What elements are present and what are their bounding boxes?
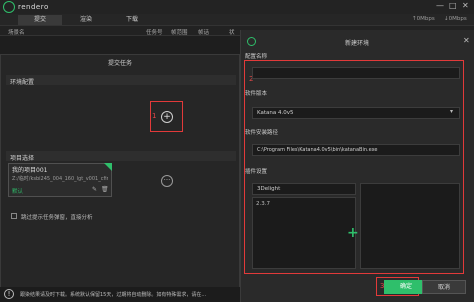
plugin-select[interactable]: 3Delight	[252, 183, 356, 195]
plugin-version-list	[252, 197, 356, 269]
skip-dialog-label: 跳过提示任务弹窗，直接分析	[21, 215, 93, 221]
column-header-status: 状	[229, 30, 235, 36]
plugin-settings-label: 插件设置	[245, 169, 268, 175]
selected-plugins-panel	[360, 183, 460, 269]
env-section-label: 环境配置	[10, 79, 35, 86]
skip-dialog-checkbox[interactable]	[11, 213, 17, 219]
cancel-button[interactable]: 取消	[422, 280, 466, 294]
project-tag: 默认	[12, 189, 24, 195]
status-message: 跟染结果请及时下载。系统默认保留15天，过期将自动删除。如有特殊需求，请在...	[20, 292, 207, 298]
add-plugin-icon[interactable]: +	[347, 225, 359, 241]
install-path-input[interactable]: C:\Program Files\Katana4.0v5\bin\katanaB…	[252, 144, 460, 156]
tab-render[interactable]: 渲染	[64, 15, 108, 25]
project-section-header	[6, 151, 236, 161]
title-bar	[0, 0, 474, 14]
software-version-label: 软件版本	[245, 91, 268, 97]
more-options-icon[interactable]: ···	[161, 175, 173, 187]
upload-speed: ↑0Mbps	[412, 16, 435, 22]
column-header-frame-talk: 帧话	[198, 30, 210, 36]
project-path: Z:/临时/ksbi245_004_160_lgt_v001_cfir_...	[12, 176, 108, 182]
column-header-task-id: 任务号	[146, 30, 163, 36]
config-name-input[interactable]	[252, 67, 460, 79]
add-env-button[interactable]: +	[161, 111, 173, 123]
minimize-button[interactable]: —	[436, 1, 444, 10]
tab-download[interactable]: 下载	[110, 15, 154, 25]
config-name-label: 配置名称	[245, 54, 268, 60]
maximize-button[interactable]: □	[449, 1, 457, 10]
new-env-dialog-title: 新建环境	[344, 40, 369, 47]
chevron-down-icon[interactable]: ▾	[450, 108, 453, 115]
project-name: 我的项目001	[12, 167, 48, 174]
close-icon[interactable]: ✕	[463, 36, 470, 45]
app-name: rendero	[18, 3, 49, 11]
column-header-frame-range: 帧范围	[171, 30, 188, 36]
info-icon: !	[4, 289, 14, 299]
plugin-version-item[interactable]: 2.3.7	[256, 201, 270, 207]
env-section-header	[6, 75, 236, 85]
close-button[interactable]: ✕	[462, 1, 469, 10]
download-speed: ↓0Mbps	[444, 16, 467, 22]
selected-check-icon	[104, 163, 112, 171]
edit-icon[interactable]: ✎	[92, 186, 97, 193]
app-logo-icon	[3, 1, 15, 13]
tab-submit[interactable]: 提交	[18, 15, 62, 25]
column-header-scene: 场景名	[8, 30, 25, 36]
delete-icon[interactable]: 🗑	[101, 186, 109, 193]
install-path-label: 软件安装路径	[245, 130, 279, 136]
submit-dialog-title: 提交任务	[107, 60, 132, 67]
project-section-label: 项目选择	[10, 155, 35, 162]
software-version-select[interactable]: Katana 4.0v5	[252, 107, 460, 119]
